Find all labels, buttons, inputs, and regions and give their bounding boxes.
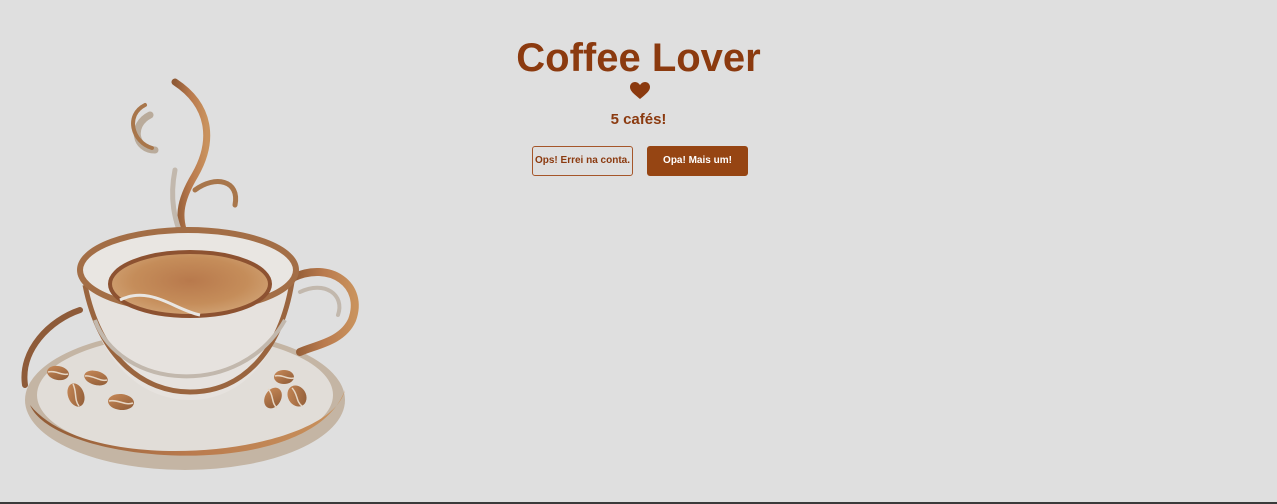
- increment-button[interactable]: Opa! Mais um!: [647, 146, 748, 176]
- heart-icon: [630, 82, 650, 99]
- decrement-button[interactable]: Ops! Errei na conta.: [532, 146, 633, 176]
- app-title: Coffee Lover: [516, 36, 761, 80]
- coffee-counter: 5 cafés!: [610, 111, 667, 128]
- coffee-cup-illustration: [21, 78, 359, 470]
